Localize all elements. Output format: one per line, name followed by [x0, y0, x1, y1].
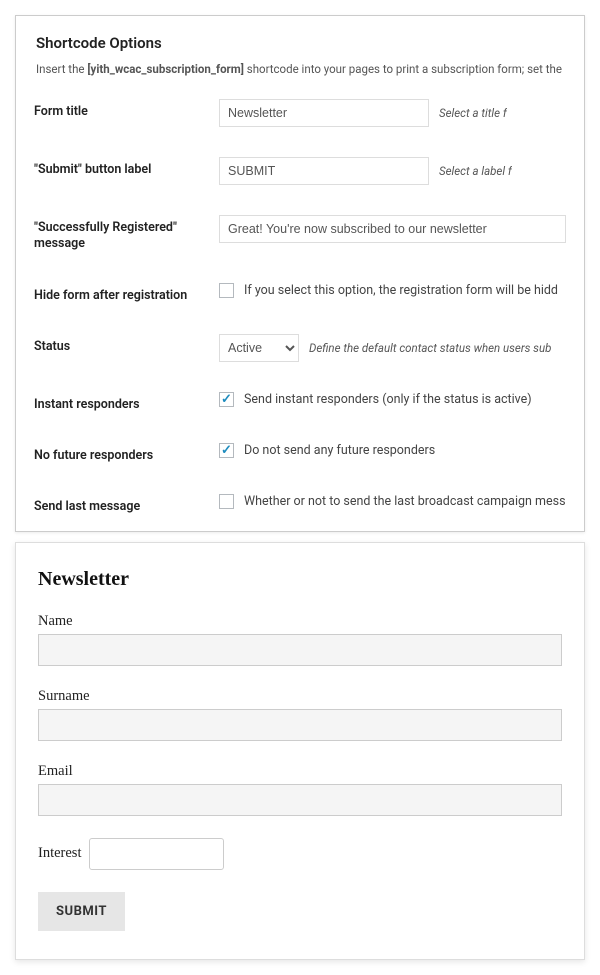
checkbox-instant[interactable]	[219, 392, 234, 407]
field-surname: Surname	[38, 688, 562, 741]
hint-form-title: Select a title f	[439, 106, 507, 120]
option-row-form-title: Form title Select a title f	[16, 84, 584, 142]
newsletter-title: Newsletter	[38, 568, 562, 591]
option-row-success-msg: "Successfully Registered" message	[16, 200, 584, 268]
checkbox-label-no-future: Do not send any future responders	[244, 443, 435, 458]
checkbox-label-send-last: Whether or not to send the last broadcas…	[244, 494, 566, 509]
checkbox-hide-form[interactable]	[219, 283, 234, 298]
field-name: Name	[38, 613, 562, 666]
field-email: Email	[38, 763, 562, 816]
label-status: Status	[34, 334, 219, 355]
label-success-msg: "Successfully Registered" message	[34, 215, 219, 253]
desc-shortcode: [yith_wcac_subscription_form]	[87, 62, 244, 76]
label-instant: Instant responders	[34, 392, 219, 413]
desc-text-pre: Insert the	[36, 62, 87, 76]
label-email: Email	[38, 763, 562, 780]
options-title: Shortcode Options	[36, 34, 564, 52]
select-status[interactable]: Active	[219, 334, 299, 362]
checkbox-label-hide-form: If you select this option, the registrat…	[244, 283, 558, 298]
checkbox-send-last[interactable]	[219, 494, 234, 509]
shortcode-options-panel: Shortcode Options Insert the [yith_wcac_…	[15, 15, 585, 532]
input-name[interactable]	[38, 634, 562, 666]
input-email[interactable]	[38, 784, 562, 816]
input-submit-label[interactable]	[219, 157, 429, 185]
checkbox-no-future[interactable]	[219, 443, 234, 458]
newsletter-form-panel: Newsletter Name Surname Email Interest S…	[15, 542, 585, 960]
option-row-hide-form: Hide form after registration If you sele…	[16, 268, 584, 319]
desc-text-post: shortcode into your pages to print a sub…	[244, 62, 564, 76]
input-success-msg[interactable]	[219, 215, 566, 243]
label-interest: Interest	[38, 845, 81, 862]
label-form-title: Form title	[34, 99, 219, 120]
label-surname: Surname	[38, 688, 562, 705]
input-surname[interactable]	[38, 709, 562, 741]
label-no-future: No future responders	[34, 443, 219, 464]
label-submit-label: "Submit" button label	[34, 157, 219, 178]
label-name: Name	[38, 613, 562, 630]
option-row-instant: Instant responders Send instant responde…	[16, 377, 584, 428]
options-description: Insert the [yith_wcac_subscription_form]…	[36, 62, 564, 76]
input-form-title[interactable]	[219, 99, 429, 127]
hint-submit-label: Select a label f	[439, 164, 512, 178]
option-row-send-last: Send last message Whether or not to send…	[16, 479, 584, 530]
input-interest[interactable]	[89, 838, 224, 870]
label-send-last: Send last message	[34, 494, 219, 515]
label-hide-form: Hide form after registration	[34, 283, 219, 304]
option-row-submit-label: "Submit" button label Select a label f	[16, 142, 584, 200]
options-header: Shortcode Options Insert the [yith_wcac_…	[16, 16, 584, 84]
options-body: Form title Select a title f "Submit" but…	[16, 84, 584, 531]
checkbox-label-instant: Send instant responders (only if the sta…	[244, 392, 532, 407]
hint-status: Define the default contact status when u…	[309, 341, 551, 355]
option-row-status: Status Active Define the default contact…	[16, 319, 584, 377]
field-interest: Interest	[38, 838, 562, 870]
option-row-no-future: No future responders Do not send any fut…	[16, 428, 584, 479]
submit-button[interactable]: SUBMIT	[38, 892, 125, 931]
